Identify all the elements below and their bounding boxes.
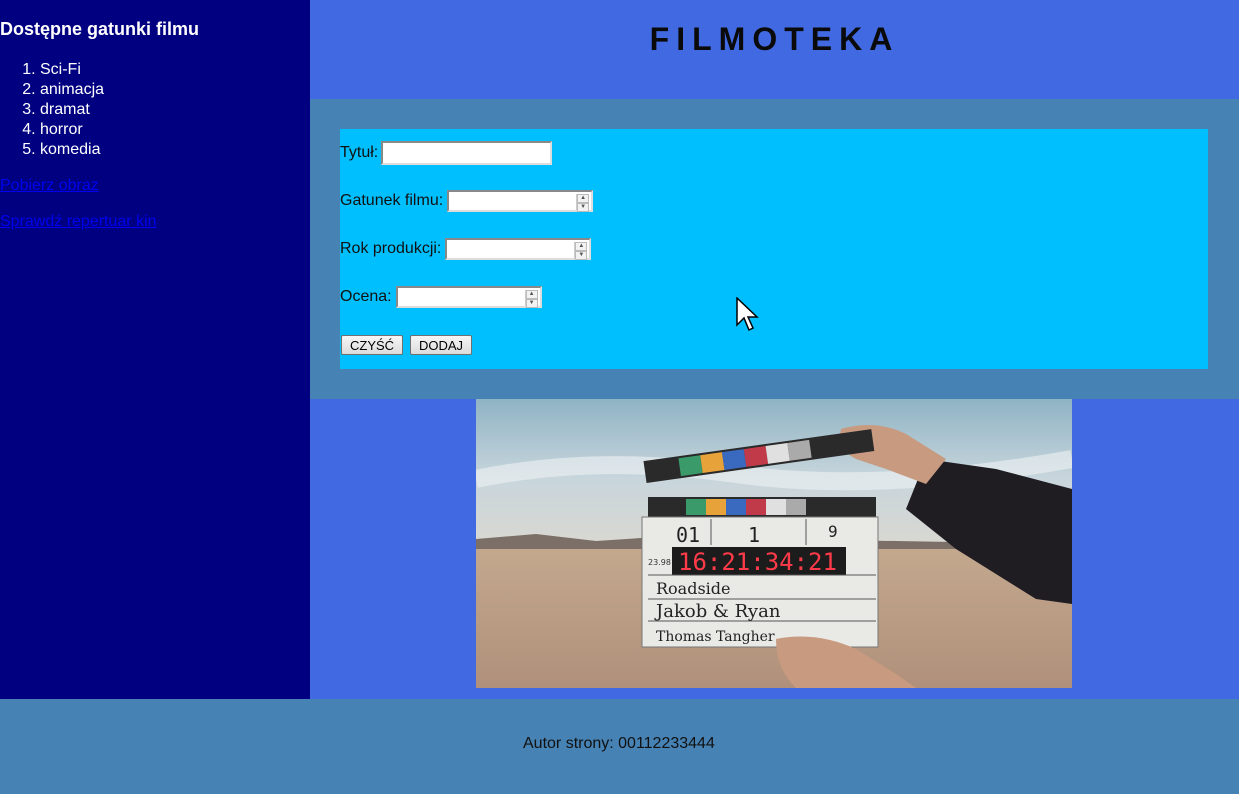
photo-section: 01 1 9 23.98 16:21:34:21 Roadside Jakob … <box>310 399 1239 699</box>
slate-take: 1 <box>748 523 760 547</box>
genre-item: horror <box>40 120 310 140</box>
slate-fps: 23.98 <box>648 558 671 567</box>
spin-down-icon[interactable]: ▼ <box>575 251 588 260</box>
slate-timecode: 16:21:34:21 <box>678 548 837 576</box>
genre-number-input[interactable]: ▲ ▼ <box>447 190 594 212</box>
movie-form: Tytuł: Gatunek filmu: ▲ ▼ Rok produkcji:… <box>340 129 1208 369</box>
year-spinner[interactable]: ▲ ▼ <box>574 242 588 260</box>
year-label: Rok produkcji: <box>340 240 442 257</box>
title-input[interactable] <box>381 141 553 165</box>
slate-director: Jakob & Ryan <box>654 601 781 622</box>
genre-label: Gatunek filmu: <box>340 192 444 209</box>
header: FILMOTEKA <box>310 0 1239 99</box>
footer: Autor strony: 00112233444 <box>0 699 1239 794</box>
genres-list: Sci-Fi animacja dramat horror komedia <box>0 60 310 160</box>
title-label: Tytuł: <box>340 144 379 161</box>
sidebar: Dostępne gatunki filmu Sci-Fi animacja d… <box>0 0 310 699</box>
page-title: FILMOTEKA <box>649 21 900 57</box>
rating-label: Ocena: <box>340 288 392 305</box>
rating-spinner[interactable]: ▲ ▼ <box>524 290 538 308</box>
clapperboard-image: 01 1 9 23.98 16:21:34:21 Roadside Jakob … <box>476 399 1072 688</box>
main-section: Tytuł: Gatunek filmu: ▲ ▼ Rok produkcji:… <box>310 99 1239 399</box>
genre-item: Sci-Fi <box>40 60 310 80</box>
add-button[interactable]: DODAJ <box>410 335 473 355</box>
genres-heading: Dostępne gatunki filmu <box>0 19 200 39</box>
cinema-repertoire-link[interactable]: Sprawdź repertuar kin <box>0 212 310 232</box>
spin-up-icon[interactable]: ▲ <box>575 242 588 251</box>
genre-spinner[interactable]: ▲ ▼ <box>576 194 590 212</box>
spin-down-icon[interactable]: ▼ <box>577 203 590 212</box>
slate-scene: 01 <box>676 523 700 547</box>
genre-row: Gatunek filmu: ▲ ▼ <box>340 189 594 213</box>
rating-number-input[interactable]: ▲ ▼ <box>395 286 542 308</box>
slate-production: Roadside <box>656 579 731 598</box>
slate-camera: Thomas Tangher <box>656 629 775 645</box>
spin-up-icon[interactable]: ▲ <box>577 194 590 203</box>
title-row: Tytuł: <box>340 141 553 165</box>
spin-down-icon[interactable]: ▼ <box>525 299 538 308</box>
spin-up-icon[interactable]: ▲ <box>525 290 538 299</box>
genre-item: komedia <box>40 140 310 160</box>
author-text: Autor strony: 00112233444 <box>523 735 715 752</box>
clear-button[interactable]: CZYŚĆ <box>341 335 404 355</box>
year-row: Rok produkcji: ▲ ▼ <box>340 237 592 261</box>
year-number-input[interactable]: ▲ ▼ <box>445 238 592 260</box>
mouse-pointer-icon <box>736 297 759 332</box>
rating-row: Ocena: ▲ ▼ <box>340 285 542 309</box>
genre-item: dramat <box>40 100 310 120</box>
slate-roll: 9 <box>828 522 838 541</box>
download-image-link[interactable]: Pobierz obraz <box>0 176 310 196</box>
genre-item: animacja <box>40 80 310 100</box>
